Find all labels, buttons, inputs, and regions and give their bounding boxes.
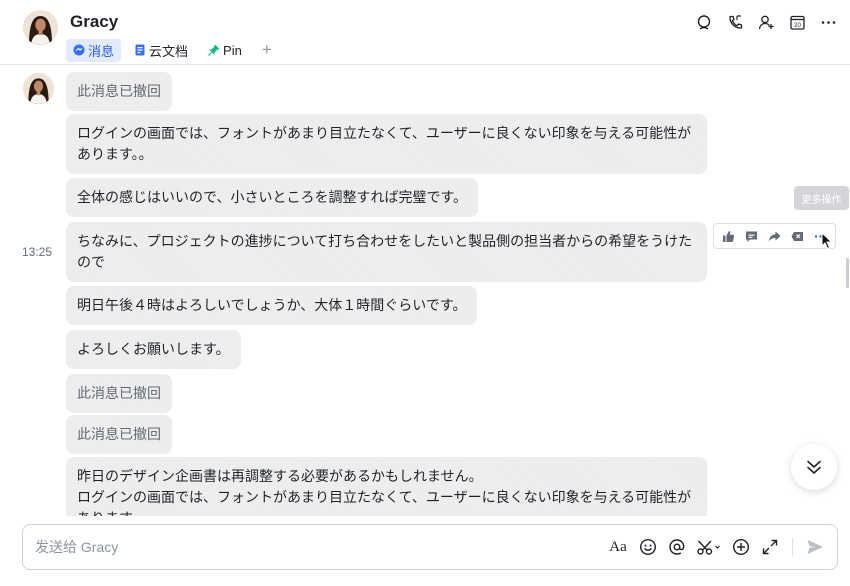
composer-tools: Aa xyxy=(598,537,825,557)
header-actions: 20 xyxy=(683,12,838,32)
message-bubble-recalled[interactable]: 此消息已撤回 xyxy=(66,72,172,111)
plus-circle-icon[interactable] xyxy=(731,537,751,557)
avatar[interactable] xyxy=(23,10,58,45)
message-input[interactable] xyxy=(35,536,575,558)
add-member-icon[interactable] xyxy=(756,12,776,32)
message-timestamp: 13:25 xyxy=(22,245,53,259)
text-format-label: Aa xyxy=(609,538,627,555)
mention-icon[interactable] xyxy=(667,537,687,557)
expand-icon[interactable] xyxy=(760,537,780,557)
search-icon[interactable] xyxy=(694,12,714,32)
message-bubble[interactable]: 昨日のデザイン企画書は再調整する必要があるかもしれません。 ログインの画面では、… xyxy=(66,457,707,516)
message-bubble[interactable]: ちなみに、プロジェクトの進捗について打ち合わせをしたいと製品側の担当者からの希望… xyxy=(66,222,707,282)
tab-pin[interactable]: Pin xyxy=(201,39,249,62)
message-bubble-recalled[interactable]: 此消息已撤回 xyxy=(66,374,172,413)
reply-icon[interactable] xyxy=(743,227,761,245)
chat-bubble-icon xyxy=(73,44,85,56)
chat-tabs: 消息 云文档 Pin + xyxy=(66,38,277,62)
avatar[interactable] xyxy=(23,73,54,104)
pin-icon xyxy=(208,44,220,56)
more-actions-tooltip: 更多操作 xyxy=(794,186,849,210)
message-bubble-recalled[interactable]: 此消息已撤回 xyxy=(66,415,172,454)
double-chevron-down-icon xyxy=(807,460,821,474)
calendar-day: 20 xyxy=(794,23,801,29)
emoji-icon[interactable] xyxy=(638,537,658,557)
message-list[interactable]: 此消息已撤回 ログインの画面では、フォントがあまり目立たなくて、ユーザーに良くな… xyxy=(0,66,850,516)
scissors-icon[interactable] xyxy=(696,537,722,557)
calendar-icon[interactable]: 20 xyxy=(787,12,807,32)
chat-title: Gracy xyxy=(70,12,119,31)
scrollbar-thumb[interactable] xyxy=(846,258,849,288)
message-bubble[interactable]: よろしくお願いします。 xyxy=(66,330,241,369)
tab-label: 消息 xyxy=(88,43,115,59)
forward-icon[interactable] xyxy=(766,227,784,245)
recall-icon[interactable] xyxy=(789,227,807,245)
tab-label: 云文档 xyxy=(149,43,189,59)
message-bubble[interactable]: ログインの画面では、フォントがあまり目立たなくて、ユーザーに良くない印象を与える… xyxy=(66,114,707,174)
text-format-icon[interactable]: Aa xyxy=(607,537,629,557)
doc-icon xyxy=(135,44,145,56)
phone-icon[interactable] xyxy=(725,12,745,32)
add-tab-button[interactable]: + xyxy=(257,40,277,60)
message-bubble[interactable]: 明日午後４時はよろしいでしょうか、大体１時間ぐらいです。 xyxy=(66,286,478,325)
scroll-to-bottom-button[interactable] xyxy=(791,444,837,490)
tab-docs[interactable]: 云文档 xyxy=(127,39,195,62)
message-composer: Aa xyxy=(22,524,838,570)
more-icon[interactable] xyxy=(818,12,838,32)
send-icon[interactable] xyxy=(805,537,825,557)
message-bubble[interactable]: 全体の感じはいいので、小さいところを調整すれば完璧です。 xyxy=(66,178,479,217)
tab-messages[interactable]: 消息 xyxy=(66,38,122,62)
thumbs-up-icon[interactable] xyxy=(720,227,738,245)
tab-label: Pin xyxy=(223,42,242,58)
composer-divider xyxy=(792,538,793,556)
mouse-pointer-icon xyxy=(821,232,833,250)
message-hover-toolbar xyxy=(713,223,836,249)
chat-header: Gracy 消息 云文档 Pin + 20 xyxy=(0,0,850,65)
